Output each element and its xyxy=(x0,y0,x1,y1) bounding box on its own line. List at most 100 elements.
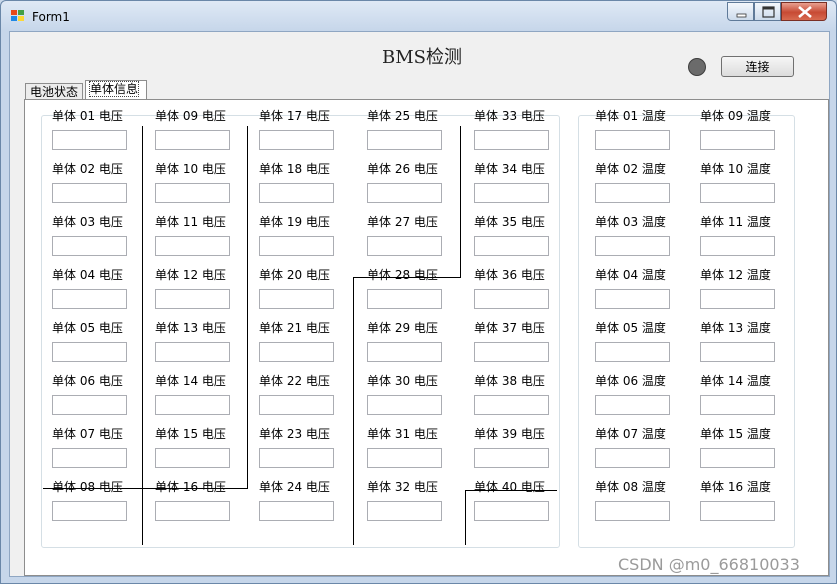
voltage-input[interactable] xyxy=(52,236,127,256)
temperature-input[interactable] xyxy=(700,130,775,150)
voltage-input[interactable] xyxy=(474,501,549,521)
main-window: Form1 BMS检测 连接 电池状态 单体信息 单体 01 电压 单体 02 电… xyxy=(0,0,837,584)
voltage-label: 单体 40 电压 xyxy=(474,480,545,494)
voltage-input[interactable] xyxy=(52,289,127,309)
voltage-input[interactable] xyxy=(259,395,334,415)
voltage-input[interactable] xyxy=(259,130,334,150)
temperature-input[interactable] xyxy=(595,183,670,203)
temperature-label: 单体 02 温度 xyxy=(595,162,666,176)
voltage-label: 单体 13 电压 xyxy=(155,321,226,335)
voltage-input[interactable] xyxy=(155,236,230,256)
voltage-input[interactable] xyxy=(155,342,230,362)
temperature-input[interactable] xyxy=(595,448,670,468)
voltage-input[interactable] xyxy=(259,289,334,309)
connect-button[interactable]: 连接 xyxy=(721,56,794,77)
voltage-input[interactable] xyxy=(52,395,127,415)
form-client-area: BMS检测 连接 电池状态 单体信息 单体 01 电压 单体 02 电压 单体 03… xyxy=(9,31,830,577)
temperature-input[interactable] xyxy=(700,448,775,468)
voltage-label: 单体 12 电压 xyxy=(155,268,226,282)
voltage-input[interactable] xyxy=(259,501,334,521)
voltage-input[interactable] xyxy=(367,289,442,309)
drawn-line xyxy=(460,126,461,277)
voltage-label: 单体 01 电压 xyxy=(52,109,123,123)
temperature-input[interactable] xyxy=(700,236,775,256)
temperature-input[interactable] xyxy=(700,183,775,203)
temperature-label: 单体 08 温度 xyxy=(595,480,666,494)
voltage-input[interactable] xyxy=(474,236,549,256)
maximize-button[interactable] xyxy=(754,2,781,21)
voltage-input[interactable] xyxy=(474,395,549,415)
drawn-line xyxy=(247,126,248,489)
title-bar[interactable]: Form1 xyxy=(1,1,836,31)
voltage-input[interactable] xyxy=(155,395,230,415)
temperature-input[interactable] xyxy=(595,395,670,415)
voltage-input[interactable] xyxy=(474,342,549,362)
temperature-label: 单体 05 温度 xyxy=(595,321,666,335)
voltage-input[interactable] xyxy=(52,130,127,150)
voltage-input[interactable] xyxy=(367,448,442,468)
temperature-label: 单体 06 温度 xyxy=(595,374,666,388)
temperature-input[interactable] xyxy=(700,289,775,309)
voltage-label: 单体 31 电压 xyxy=(367,427,438,441)
voltage-input[interactable] xyxy=(155,448,230,468)
voltage-input[interactable] xyxy=(367,183,442,203)
watermark: CSDN @m0_66810033 xyxy=(618,555,800,574)
drawn-line xyxy=(465,490,466,545)
voltage-label: 单体 22 电压 xyxy=(259,374,330,388)
connection-status-indicator xyxy=(688,58,706,76)
voltage-input[interactable] xyxy=(155,501,230,521)
voltage-input[interactable] xyxy=(52,183,127,203)
voltage-label: 单体 29 电压 xyxy=(367,321,438,335)
drawn-line xyxy=(142,126,143,545)
temperature-input[interactable] xyxy=(700,395,775,415)
voltage-input[interactable] xyxy=(474,289,549,309)
voltage-input[interactable] xyxy=(474,448,549,468)
app-icon xyxy=(11,10,25,22)
voltage-input[interactable] xyxy=(155,130,230,150)
voltage-input[interactable] xyxy=(259,183,334,203)
voltage-label: 单体 15 电压 xyxy=(155,427,226,441)
minimize-button[interactable] xyxy=(727,2,754,21)
voltage-input[interactable] xyxy=(259,236,334,256)
temperature-input[interactable] xyxy=(595,236,670,256)
voltage-input[interactable] xyxy=(367,342,442,362)
drawn-line xyxy=(353,277,461,278)
voltage-input[interactable] xyxy=(155,183,230,203)
voltage-input[interactable] xyxy=(52,342,127,362)
temperature-label: 单体 12 温度 xyxy=(700,268,771,282)
voltage-input[interactable] xyxy=(367,236,442,256)
voltage-label: 单体 32 电压 xyxy=(367,480,438,494)
temperature-label: 单体 09 温度 xyxy=(700,109,771,123)
temperature-input[interactable] xyxy=(700,501,775,521)
voltage-input[interactable] xyxy=(474,183,549,203)
voltage-label: 单体 19 电压 xyxy=(259,215,330,229)
close-button[interactable] xyxy=(781,2,827,21)
tab-battery-status-label: 电池状态 xyxy=(30,85,79,99)
voltage-input[interactable] xyxy=(367,130,442,150)
voltage-label: 单体 03 电压 xyxy=(52,215,123,229)
temperature-label: 单体 14 温度 xyxy=(700,374,771,388)
tab-cell-info[interactable]: 单体信息 xyxy=(85,80,147,100)
voltage-input[interactable] xyxy=(155,289,230,309)
voltage-input[interactable] xyxy=(367,501,442,521)
voltage-input[interactable] xyxy=(367,395,442,415)
temperature-input[interactable] xyxy=(595,130,670,150)
voltage-input[interactable] xyxy=(259,448,334,468)
voltage-label: 单体 24 电压 xyxy=(259,480,330,494)
voltage-label: 单体 21 电压 xyxy=(259,321,330,335)
voltage-label: 单体 30 电压 xyxy=(367,374,438,388)
voltage-label: 单体 33 电压 xyxy=(474,109,545,123)
temperature-input[interactable] xyxy=(595,289,670,309)
temperature-label: 单体 16 温度 xyxy=(700,480,771,494)
temperature-input[interactable] xyxy=(595,342,670,362)
voltage-label: 单体 02 电压 xyxy=(52,162,123,176)
voltage-input[interactable] xyxy=(259,342,334,362)
voltage-input[interactable] xyxy=(474,130,549,150)
temperature-label: 单体 01 温度 xyxy=(595,109,666,123)
voltage-input[interactable] xyxy=(52,448,127,468)
voltage-input[interactable] xyxy=(52,501,127,521)
temperature-input[interactable] xyxy=(595,501,670,521)
voltage-label: 单体 16 电压 xyxy=(155,480,226,494)
temperature-input[interactable] xyxy=(700,342,775,362)
tab-cell-info-label: 单体信息 xyxy=(88,81,140,97)
